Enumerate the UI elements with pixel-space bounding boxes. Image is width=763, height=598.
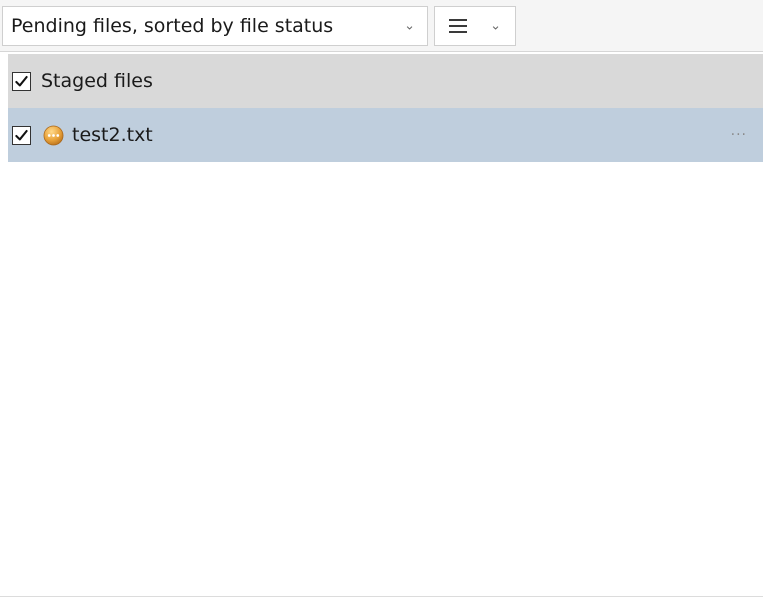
more-options-icon[interactable]: ··· bbox=[731, 127, 747, 143]
checkmark-icon bbox=[15, 129, 28, 140]
pending-files-panel: Pending files, sorted by file status ⌄ ⌄… bbox=[0, 0, 763, 598]
group-header-staged-files[interactable]: Staged files bbox=[8, 54, 763, 108]
view-mode-dropdown[interactable]: Pending files, sorted by file status ⌄ bbox=[2, 6, 428, 46]
list-lines-icon bbox=[449, 19, 467, 34]
file-row[interactable]: test2.txt ··· bbox=[8, 108, 763, 162]
staged-files-checkbox[interactable] bbox=[12, 71, 31, 91]
group-label: Staged files bbox=[41, 70, 153, 92]
checkmark-icon bbox=[15, 75, 28, 86]
file-name: test2.txt bbox=[72, 124, 153, 146]
file-checkbox[interactable] bbox=[12, 125, 31, 145]
view-mode-label: Pending files, sorted by file status bbox=[11, 15, 334, 37]
chevron-down-icon: ⌄ bbox=[404, 18, 415, 34]
chevron-down-icon: ⌄ bbox=[490, 18, 501, 34]
modified-status-icon bbox=[43, 125, 64, 145]
toolbar: Pending files, sorted by file status ⌄ ⌄ bbox=[0, 0, 763, 52]
list-view-options-dropdown[interactable]: ⌄ bbox=[434, 6, 516, 46]
bottom-divider bbox=[0, 596, 763, 597]
